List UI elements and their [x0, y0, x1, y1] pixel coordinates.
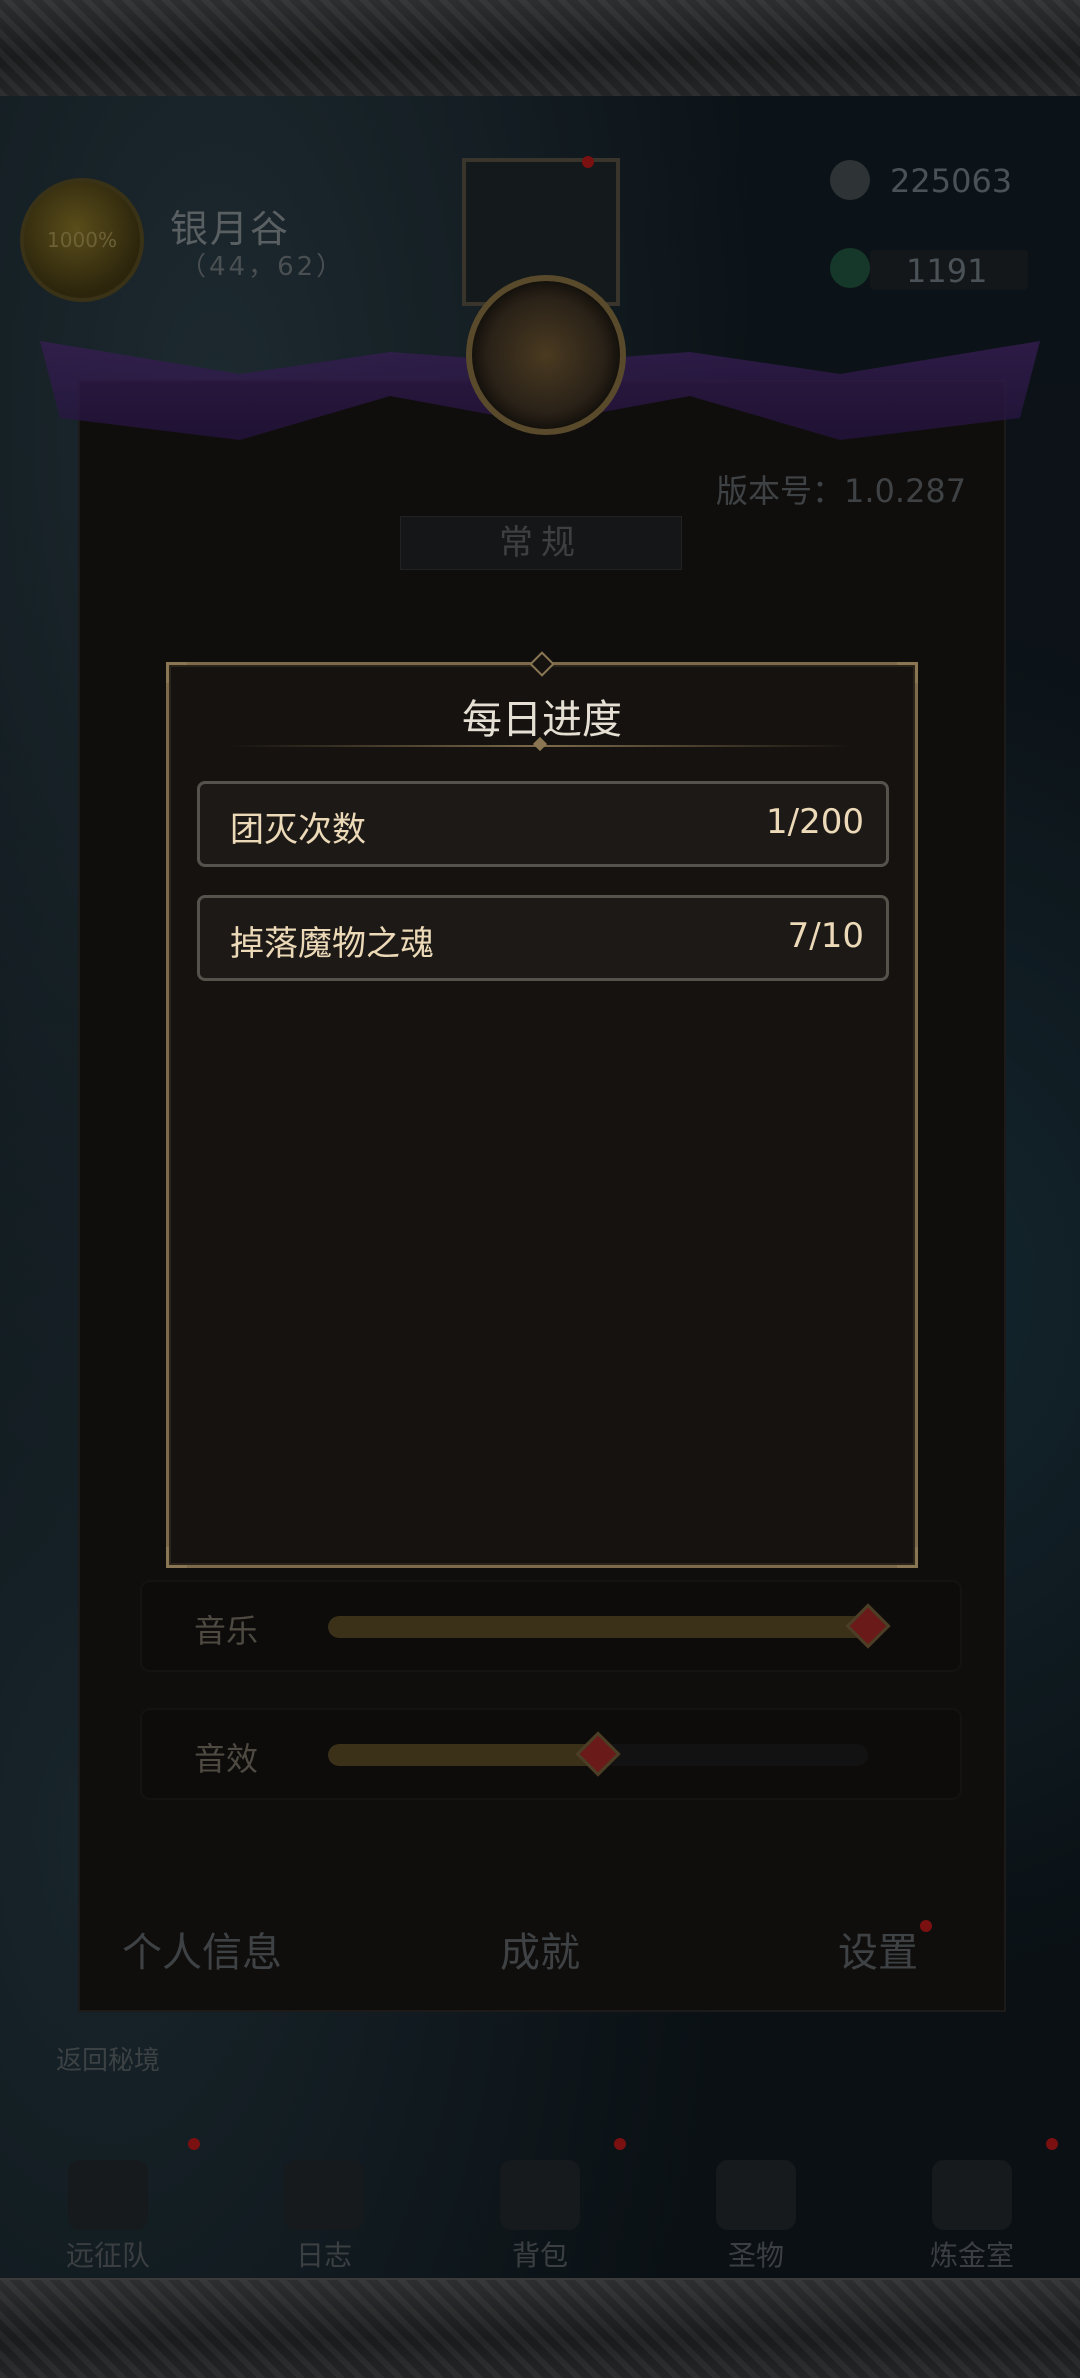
progress-label: 掉落魔物之魂: [230, 924, 434, 964]
scroll-icon: [284, 2160, 364, 2230]
sfx-label: 音效: [194, 1740, 259, 1778]
sfx-slider-row: 音效: [140, 1708, 962, 1800]
progress-row: 团灭次数 1/200: [197, 781, 889, 867]
daily-progress-modal: 每日进度 团灭次数 1/200 掉落魔物之魂 7/10: [166, 651, 918, 1568]
progress-value: 1/200: [766, 802, 864, 842]
top-ornate-frame: [0, 0, 1080, 98]
modal-title: 每日进度: [462, 697, 622, 743]
tab-profile[interactable]: 个人信息: [122, 1920, 282, 1978]
sfx-slider-fill: [328, 1744, 598, 1766]
bottom-ornate-frame: [0, 2278, 1080, 2378]
location-coords: （44，62）: [180, 252, 346, 282]
resource-1-value: 225063: [890, 162, 1013, 200]
corner-ornament: [897, 662, 918, 683]
helmet-icon: [68, 2160, 148, 2230]
moon-emblem-icon: [466, 275, 626, 435]
corner-ornament: [166, 662, 187, 683]
nav-label: 远征队: [65, 2239, 150, 2272]
stone-icon: [830, 160, 870, 200]
alchemy-icon: [932, 2160, 1012, 2230]
music-label: 音乐: [194, 1612, 259, 1650]
music-slider-row: 音乐: [140, 1580, 962, 1672]
nav-label: 背包: [511, 2239, 568, 2272]
nav-label: 日志: [295, 2239, 352, 2272]
nav-relics[interactable]: 圣物: [676, 2160, 836, 2274]
return-to-realm-link[interactable]: 返回秘境: [56, 2040, 160, 2077]
sfx-slider-knob[interactable]: [575, 1731, 621, 1777]
nav-label: 炼金室: [929, 2239, 1014, 2272]
music-slider-track[interactable]: [328, 1616, 868, 1638]
relic-icon: [716, 2160, 796, 2230]
level-coin[interactable]: 1000%: [20, 178, 144, 302]
music-slider-knob[interactable]: [845, 1603, 891, 1649]
nav-alchemy[interactable]: 炼金室: [892, 2160, 1052, 2274]
resource-2-value: 1191: [906, 252, 988, 290]
version-text: 版本号：1.0.287: [716, 472, 967, 510]
progress-value: 7/10: [787, 916, 864, 956]
music-slider-fill: [328, 1616, 868, 1638]
nav-journal[interactable]: 日志: [244, 2160, 404, 2274]
emerald-icon: [830, 248, 870, 288]
nav-dot: [1046, 2138, 1058, 2150]
settings-tab-dot: [920, 1920, 932, 1932]
nav-label: 圣物: [727, 2239, 784, 2272]
nav-dot: [614, 2138, 626, 2150]
corner-ornament: [897, 1547, 918, 1568]
progress-label: 团灭次数: [230, 810, 366, 850]
nav-backpack[interactable]: 背包: [460, 2160, 620, 2274]
notification-dot: [582, 156, 594, 168]
tab-general[interactable]: 常规: [400, 516, 682, 570]
location-name: 银月谷: [170, 207, 291, 251]
nav-dot: [188, 2138, 200, 2150]
nav-expedition[interactable]: 远征队: [28, 2160, 188, 2274]
tab-achievements[interactable]: 成就: [500, 1920, 580, 1978]
tab-settings[interactable]: 设置: [838, 1920, 918, 1978]
progress-row: 掉落魔物之魂 7/10: [197, 895, 889, 981]
bag-icon: [500, 2160, 580, 2230]
corner-ornament: [166, 1547, 187, 1568]
